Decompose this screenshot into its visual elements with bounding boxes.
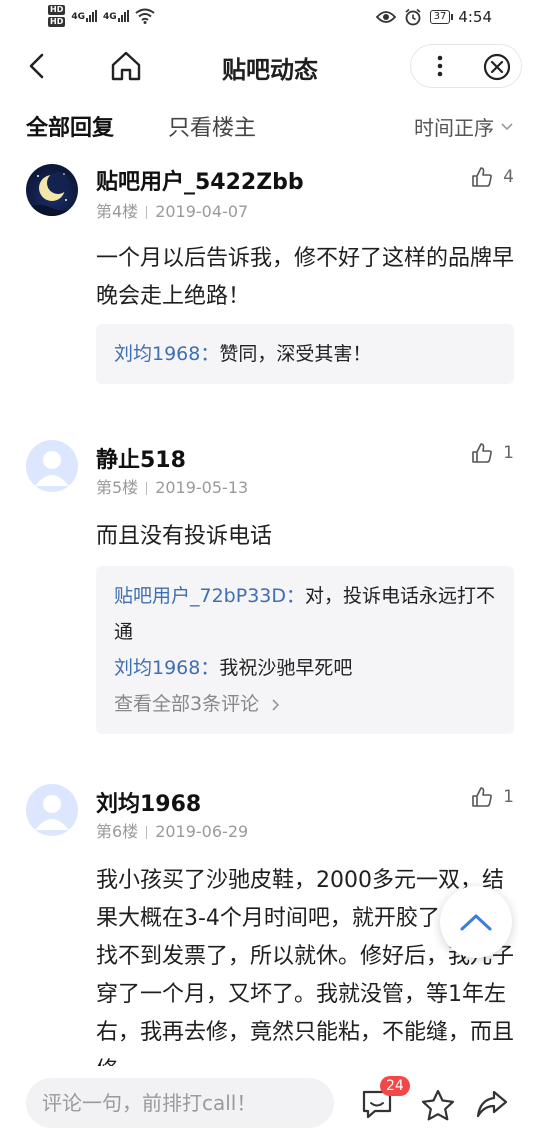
chevron-up-icon (460, 914, 492, 931)
post-item: 静止518 第5楼 2019-05-13 1 而且没有投诉电话 贴吧用户_72bP… (0, 438, 540, 738)
chevron-right-icon (272, 698, 280, 711)
post-meta: 第4楼 2019-04-07 (96, 198, 248, 222)
comment-count-badge: 24 (380, 1076, 410, 1096)
floor-number: 第5楼 (96, 478, 139, 497)
clock: 4:54 (458, 8, 492, 26)
tab-all-replies[interactable]: 全部回复 (26, 110, 114, 142)
like-button[interactable]: 1 (471, 786, 514, 808)
reply-line: 贴吧用户_72bP33D：对，投诉电话永远打不通 (114, 578, 496, 650)
like-count: 1 (503, 787, 514, 807)
tab-owner-only[interactable]: 只看楼主 (168, 110, 256, 142)
avatar[interactable] (26, 440, 78, 492)
default-avatar-icon (35, 451, 69, 486)
reply-box[interactable]: 刘均1968：赞同，深受其害！ (96, 324, 514, 384)
capsule-menu (410, 44, 522, 88)
wifi-icon (135, 8, 155, 24)
thumbs-up-icon (472, 167, 493, 187)
avatar[interactable] (26, 784, 78, 836)
reply-tabs: 全部回复 只看楼主 时间正序 (0, 100, 540, 150)
username[interactable]: 静止518 (96, 442, 186, 474)
hd-badge: HD (48, 17, 66, 27)
more-icon[interactable] (425, 51, 455, 81)
battery-indicator: 37 (429, 10, 454, 24)
like-count: 4 (503, 167, 514, 187)
signal-icon: 4G (103, 10, 129, 22)
chevron-down-icon (501, 122, 513, 130)
hd-badge: HD (48, 5, 66, 15)
reply-line: 刘均1968：我祝沙驰早死吧 (114, 650, 496, 686)
post-item: 贴吧用户_5422Zbb 第4楼 2019-04-07 4 一个月以后告诉我，修不… (0, 160, 540, 400)
floor-number: 第4楼 (96, 202, 139, 221)
like-button[interactable]: 4 (471, 166, 514, 188)
reply-text: 我祝沙驰早死吧 (219, 657, 353, 679)
star-icon[interactable] (420, 1088, 456, 1122)
reply-author[interactable]: 刘均1968： (114, 343, 219, 365)
share-icon[interactable] (474, 1088, 510, 1122)
moon-icon (26, 172, 78, 216)
eye-icon (375, 11, 396, 23)
scroll-top-button[interactable] (440, 886, 512, 958)
alarm-icon (405, 8, 421, 26)
thumbs-up-icon (472, 787, 493, 807)
reply-author[interactable]: 贴吧用户_72bP33D： (114, 585, 305, 607)
close-icon[interactable] (481, 51, 513, 83)
status-bar: HD HD 4G 4G 37 4:54 (0, 0, 540, 38)
username[interactable]: 贴吧用户_5422Zbb (96, 164, 304, 196)
post-content: 一个月以后告诉我，修不好了这样的品牌早晚会走上绝路！ (96, 246, 515, 309)
thumbs-up-icon (472, 443, 493, 463)
post-meta: 第6楼 2019-06-29 (96, 818, 248, 842)
post-content: 而且没有投诉电话 (96, 524, 273, 549)
like-count: 1 (503, 443, 514, 463)
post-date: 2019-05-13 (155, 478, 249, 497)
default-avatar-icon (35, 795, 69, 830)
avatar[interactable] (26, 164, 78, 216)
reply-text: 赞同，深受其害！ (219, 343, 372, 365)
sort-dropdown[interactable]: 时间正序 (414, 112, 514, 141)
sort-label: 时间正序 (414, 116, 494, 140)
floor-number: 第6楼 (96, 822, 139, 841)
reply-box[interactable]: 贴吧用户_72bP33D：对，投诉电话永远打不通 刘均1968：我祝沙驰早死吧 … (96, 566, 514, 734)
reply-author[interactable]: 刘均1968： (114, 657, 219, 679)
like-button[interactable]: 1 (471, 442, 514, 464)
bottom-bar: 24 (0, 1066, 540, 1130)
view-all-comments-link[interactable]: 查看全部3条评论 (114, 686, 496, 722)
signal-icon: 4G (71, 10, 97, 22)
nav-bar: 贴吧动态 (0, 38, 540, 94)
post-date: 2019-04-07 (155, 202, 249, 221)
comment-input[interactable] (26, 1078, 334, 1128)
username[interactable]: 刘均1968 (96, 786, 201, 818)
post-date: 2019-06-29 (155, 822, 249, 841)
post-meta: 第5楼 2019-05-13 (96, 474, 248, 498)
